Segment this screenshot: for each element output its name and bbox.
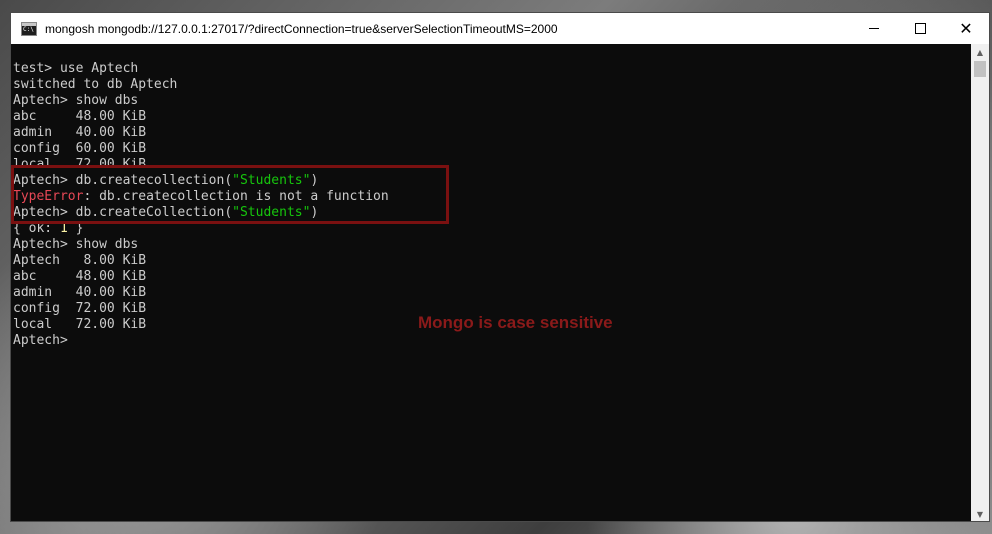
text-token: config 72.00 KiB (13, 301, 147, 316)
close-icon: ✕ (959, 18, 973, 38)
maximize-icon (914, 23, 926, 34)
terminal-line: switched to db Aptech (13, 77, 389, 93)
terminal-line: abc 48.00 KiB (13, 269, 389, 285)
text-token: Aptech> show dbs (13, 237, 139, 252)
text-token: local 72.00 KiB (13, 317, 147, 332)
number-token: 1 (59, 221, 68, 236)
string-token: "Students" (232, 205, 311, 220)
text-token: admin 40.00 KiB (13, 285, 147, 300)
terminal-line: admin 40.00 KiB (13, 285, 389, 301)
terminal-line: Aptech> db.createCollection("Students") (13, 205, 389, 221)
error-token: TypeError (13, 189, 84, 204)
terminal-line: config 60.00 KiB (13, 141, 389, 157)
text-token: admin 40.00 KiB (13, 125, 147, 140)
terminal-line: local 72.00 KiB (13, 317, 389, 333)
vertical-scrollbar[interactable]: ▲ ▼ (971, 44, 989, 521)
annotation-text: Mongo is case sensitive (418, 313, 613, 332)
text-token: Aptech> db.createcollection( (13, 173, 233, 188)
text-token: } (67, 221, 84, 236)
terminal-line: Aptech> db.createcollection("Students") (13, 173, 389, 189)
terminal-line: { ok: 1 } (13, 221, 389, 237)
window-controls: ✕ (851, 13, 989, 44)
text-token: test> use Aptech (13, 61, 139, 76)
scroll-up-arrow-icon[interactable]: ▲ (971, 44, 989, 61)
maximize-button[interactable] (897, 13, 943, 44)
terminal-text[interactable]: test> use Aptech switched to db Aptech Apt… (13, 61, 389, 349)
text-token: { ok: (13, 221, 60, 236)
string-token: "Students" (232, 173, 311, 188)
text-token: ) (310, 205, 319, 220)
terminal-icon[interactable] (21, 21, 37, 36)
text-token: Aptech 8.00 KiB (13, 253, 147, 268)
terminal-line: Aptech> show dbs (13, 237, 389, 253)
text-token: switched to db Aptech (13, 77, 178, 92)
close-button[interactable]: ✕ (943, 13, 989, 44)
text-token: abc 48.00 KiB (13, 269, 147, 284)
terminal-line: local 72.00 KiB (13, 157, 389, 173)
text-token: Aptech> db.createCollection( (13, 205, 233, 220)
terminal-line: Aptech 8.00 KiB (13, 253, 389, 269)
text-token: : db.createcollection is not a function (83, 189, 389, 204)
title-bar[interactable]: mongosh mongodb://127.0.0.1:27017/?direc… (11, 13, 989, 44)
terminal-line: test> use Aptech (13, 61, 389, 77)
terminal-line: Aptech> show dbs (13, 93, 389, 109)
text-token: local 72.00 KiB (13, 157, 147, 172)
text-token: abc 48.00 KiB (13, 109, 147, 124)
text-token: Aptech> (13, 333, 76, 348)
terminal-line: abc 48.00 KiB (13, 109, 389, 125)
scroll-down-arrow-icon[interactable]: ▼ (971, 506, 989, 521)
text-token: config 60.00 KiB (13, 141, 147, 156)
console-output[interactable]: test> use Aptech switched to db Aptech Apt… (11, 44, 971, 521)
minimize-button[interactable] (851, 13, 897, 44)
terminal-line: TypeError: db.createcollection is not a … (13, 189, 389, 205)
terminal-line: admin 40.00 KiB (13, 125, 389, 141)
terminal-line: Aptech> (13, 333, 389, 349)
minimize-icon (869, 28, 879, 29)
text-token: ) (310, 173, 319, 188)
text-token: Aptech> show dbs (13, 93, 139, 108)
console-window[interactable]: mongosh mongodb://127.0.0.1:27017/?direc… (10, 12, 990, 522)
terminal-line: config 72.00 KiB (13, 301, 389, 317)
window-title: mongosh mongodb://127.0.0.1:27017/?direc… (45, 21, 558, 36)
scroll-thumb[interactable] (974, 61, 986, 77)
